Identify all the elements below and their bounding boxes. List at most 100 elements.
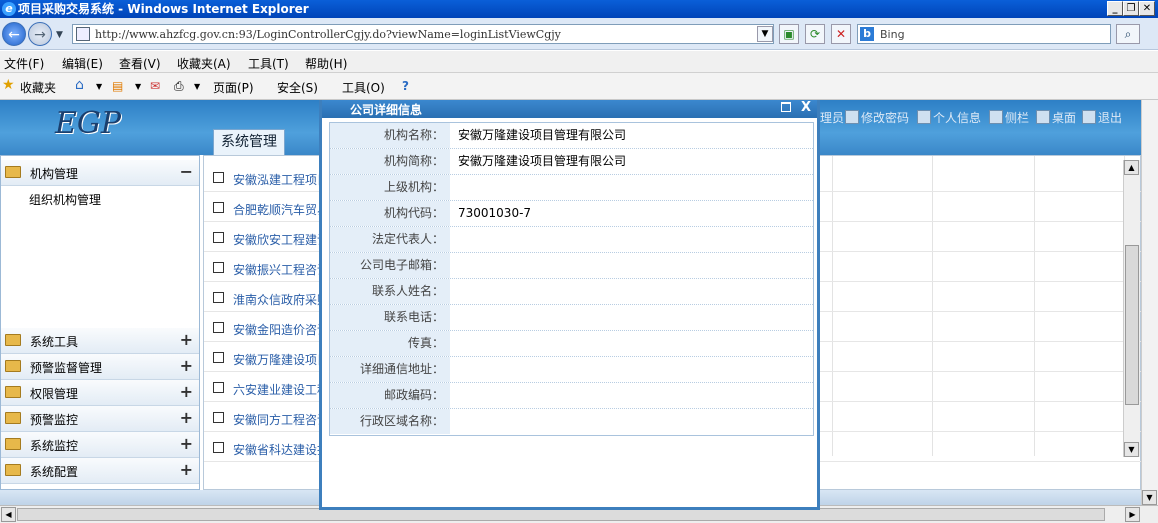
folder-icon: [5, 334, 21, 346]
feeds-dropdown-icon[interactable]: ▼: [135, 82, 141, 91]
field-fax: 传真：: [330, 331, 813, 357]
close-window-button[interactable]: ✕: [1139, 1, 1155, 16]
expand-icon[interactable]: +: [180, 330, 193, 349]
page-scrollbar[interactable]: ▼: [1141, 100, 1158, 505]
sidebar-group-tools[interactable]: 系统工具 +: [1, 328, 199, 354]
row-checkbox[interactable]: [213, 172, 224, 183]
dialog-close-button[interactable]: X: [801, 100, 811, 115]
dialog-titlebar[interactable]: 公司详细信息 X: [322, 100, 817, 118]
menu-view[interactable]: 查看(V): [119, 55, 161, 72]
sidebar-group-system-config[interactable]: 系统配置 +: [1, 458, 199, 484]
address-bar[interactable]: http://www.ahzfcg.gov.cn:93/LoginControl…: [72, 24, 774, 44]
search-box[interactable]: b Bing: [857, 24, 1111, 44]
print-icon[interactable]: ⎙: [174, 79, 184, 94]
forward-button[interactable]: →: [28, 22, 52, 46]
page-scroll-down-icon[interactable]: ▼: [1142, 490, 1157, 505]
field-org-name: 机构名称： 安徽万隆建设项目管理有限公司: [330, 123, 813, 149]
row-checkbox[interactable]: [213, 442, 224, 453]
org-name-link[interactable]: 淮南众信政府采购: [233, 291, 323, 308]
sidebar-toggle-link[interactable]: 侧栏: [989, 109, 1029, 126]
refresh-icon[interactable]: ⟳: [805, 24, 825, 44]
menu-bar: 文件(F) 编辑(E) 查看(V) 收藏夹(A) 工具(T) 帮助(H): [0, 51, 1158, 73]
sidebar-item-org-structure[interactable]: 组织机构管理: [29, 191, 101, 208]
field-phone: 联系电话：: [330, 305, 813, 331]
sidebar-group-warning-monitor[interactable]: 预警监控 +: [1, 406, 199, 432]
address-dropdown-icon[interactable]: ▼: [757, 26, 773, 42]
org-name-link[interactable]: 安徽欣安工程建设: [233, 231, 323, 248]
sidebar-group-permissions[interactable]: 权限管理 +: [1, 380, 199, 406]
menu-edit[interactable]: 编辑(E): [62, 55, 103, 72]
mail-icon[interactable]: ✉: [150, 79, 160, 93]
menu-favorites[interactable]: 收藏夹(A): [177, 55, 231, 72]
tools-menu[interactable]: 工具(O): [342, 79, 385, 96]
favorites-button[interactable]: 收藏夹: [20, 79, 56, 96]
menu-file[interactable]: 文件(F): [4, 55, 44, 72]
logout-link[interactable]: 退出: [1082, 109, 1122, 126]
org-name-link[interactable]: 安徽万隆建设项目: [233, 351, 323, 368]
maximize-icon[interactable]: [781, 102, 791, 112]
scroll-right-icon[interactable]: ▶: [1125, 507, 1140, 522]
org-name-link[interactable]: 合肥乾顺汽车贸易: [233, 201, 323, 218]
sidebar-group-warning-supervision[interactable]: 预警监督管理 +: [1, 354, 199, 380]
row-checkbox[interactable]: [213, 262, 224, 273]
home-dropdown-icon[interactable]: ▼: [96, 82, 102, 91]
restore-button[interactable]: ❐: [1123, 1, 1139, 16]
sidebar-group-label: 权限管理: [30, 387, 79, 401]
window-titlebar: e 项目采购交易系统 - Windows Internet Explorer _…: [0, 0, 1158, 18]
search-icon[interactable]: ⌕: [1116, 24, 1140, 44]
org-name-link[interactable]: 安徽同方工程咨询: [233, 411, 323, 428]
safety-menu[interactable]: 安全(S): [277, 79, 318, 96]
row-checkbox[interactable]: [213, 352, 224, 363]
detail-table: 机构名称： 安徽万隆建设项目管理有限公司 机构简称： 安徽万隆建设项目管理有限公司 …: [329, 122, 814, 436]
address-input[interactable]: http://www.ahzfcg.gov.cn:93/LoginControl…: [95, 28, 561, 41]
change-password-link[interactable]: 修改密码: [845, 109, 909, 126]
sidebar-group-org[interactable]: 机构管理 −: [1, 160, 199, 186]
org-name-link[interactable]: 安徽金阳造价咨询: [233, 321, 323, 338]
back-button[interactable]: ←: [2, 22, 26, 46]
row-checkbox[interactable]: [213, 232, 224, 243]
scroll-left-icon[interactable]: ◀: [1, 507, 16, 522]
grid-scrollbar[interactable]: ▲ ▼: [1123, 160, 1140, 457]
password-icon: [845, 110, 859, 124]
expand-icon[interactable]: +: [180, 434, 193, 453]
personal-info-link[interactable]: 个人信息: [917, 109, 981, 126]
org-name-link[interactable]: 安徽泓建工程项目: [233, 171, 323, 188]
org-name-link[interactable]: 安徽省科达建设投: [233, 441, 323, 458]
minimize-button[interactable]: _: [1107, 1, 1123, 16]
print-dropdown-icon[interactable]: ▼: [194, 82, 200, 91]
menu-tools[interactable]: 工具(T): [248, 55, 289, 72]
favorites-star-icon[interactable]: ★: [2, 77, 15, 93]
scroll-up-icon[interactable]: ▲: [1124, 160, 1139, 175]
bing-icon: b: [860, 27, 874, 41]
feeds-icon[interactable]: ▤: [112, 79, 123, 93]
desktop-link[interactable]: 桌面: [1036, 109, 1076, 126]
scroll-down-icon[interactable]: ▼: [1124, 442, 1139, 457]
scroll-thumb[interactable]: [1125, 245, 1139, 405]
help-icon[interactable]: ?: [402, 79, 409, 93]
sidebar-group-system-monitor[interactable]: 系统监控 +: [1, 432, 199, 458]
menu-help[interactable]: 帮助(H): [305, 55, 347, 72]
history-dropdown-icon[interactable]: ▼: [56, 30, 63, 40]
compat-view-icon[interactable]: ▣: [779, 24, 799, 44]
row-checkbox[interactable]: [213, 202, 224, 213]
folder-icon: [5, 438, 21, 450]
expand-icon[interactable]: +: [180, 356, 193, 375]
expand-icon[interactable]: +: [180, 460, 193, 479]
collapse-icon[interactable]: −: [180, 162, 193, 181]
field-label: 详细通信地址：: [330, 357, 450, 382]
row-checkbox[interactable]: [213, 322, 224, 333]
org-name-link[interactable]: 六安建业建设工程: [233, 381, 323, 398]
field-label: 公司电子邮箱：: [330, 253, 450, 278]
search-input[interactable]: Bing: [880, 28, 905, 41]
row-checkbox[interactable]: [213, 412, 224, 423]
org-name-link[interactable]: 安徽振兴工程咨询: [233, 261, 323, 278]
row-checkbox[interactable]: [213, 382, 224, 393]
expand-icon[interactable]: +: [180, 408, 193, 427]
home-icon[interactable]: ⌂: [75, 77, 84, 93]
tab-system-management[interactable]: 系统管理: [213, 129, 285, 155]
row-checkbox[interactable]: [213, 292, 224, 303]
expand-icon[interactable]: +: [180, 382, 193, 401]
page-menu[interactable]: 页面(P): [213, 79, 254, 96]
stop-icon[interactable]: ✕: [831, 24, 851, 44]
field-postcode: 邮政编码：: [330, 383, 813, 409]
